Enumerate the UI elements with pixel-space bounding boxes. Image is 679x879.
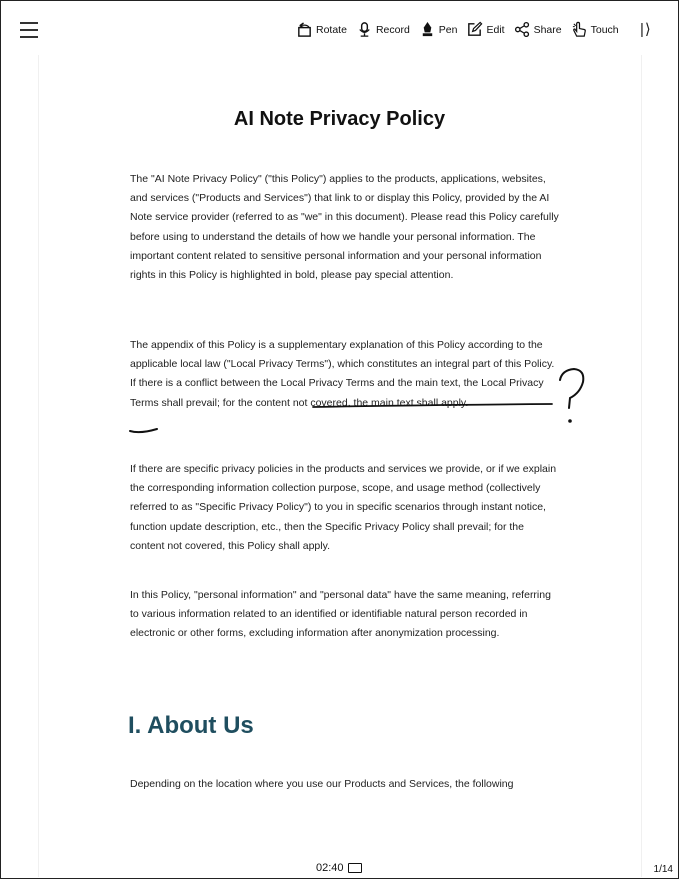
touch-button[interactable]: Touch <box>571 21 619 38</box>
share-icon <box>514 21 529 38</box>
collapse-panel-icon[interactable]: |⟩ <box>640 20 652 38</box>
paragraph-3: If there are specific privacy policies i… <box>130 463 557 552</box>
pen-button[interactable]: Pen <box>419 21 458 38</box>
section-paragraph: Depending on the location where you use … <box>130 778 514 790</box>
clock-text: 02:40 <box>316 862 344 874</box>
edit-icon <box>468 21 483 36</box>
edit-button[interactable]: Edit <box>466 21 505 38</box>
battery-icon <box>347 863 362 873</box>
paragraph-1: The "AI Note Privacy Policy" ("this Poli… <box>130 173 559 282</box>
rotate-icon <box>298 22 311 37</box>
record-label: Record <box>375 23 410 36</box>
paragraph-4: In this Policy, "personal information" a… <box>130 589 551 640</box>
record-button[interactable]: Record <box>356 21 410 38</box>
document-title: AI Note Privacy Policy <box>233 108 446 130</box>
rotate-label: Rotate <box>316 23 347 36</box>
pen-icon <box>422 21 433 37</box>
page-indicator: 1/14 <box>653 864 673 875</box>
share-label: Share <box>533 23 562 36</box>
top-toolbar: Rotate Record Pen Edit Share Touch |⟩ <box>0 0 679 60</box>
edit-label: Edit <box>486 23 505 36</box>
share-button[interactable]: Share <box>514 21 562 38</box>
microphone-icon <box>359 22 370 37</box>
section-heading-about-us: I. About Us <box>128 712 254 739</box>
toolbar-tools: Rotate Record Pen Edit Share Touch <box>296 21 628 38</box>
pen-label: Pen <box>438 23 458 36</box>
menu-icon[interactable] <box>20 22 38 38</box>
rotate-button[interactable]: Rotate <box>296 21 347 38</box>
touch-label: Touch <box>590 23 619 36</box>
touch-icon <box>572 21 586 37</box>
status-time: 02:40 <box>316 862 362 874</box>
paragraph-2: The appendix of this Policy is a supplem… <box>130 339 555 409</box>
